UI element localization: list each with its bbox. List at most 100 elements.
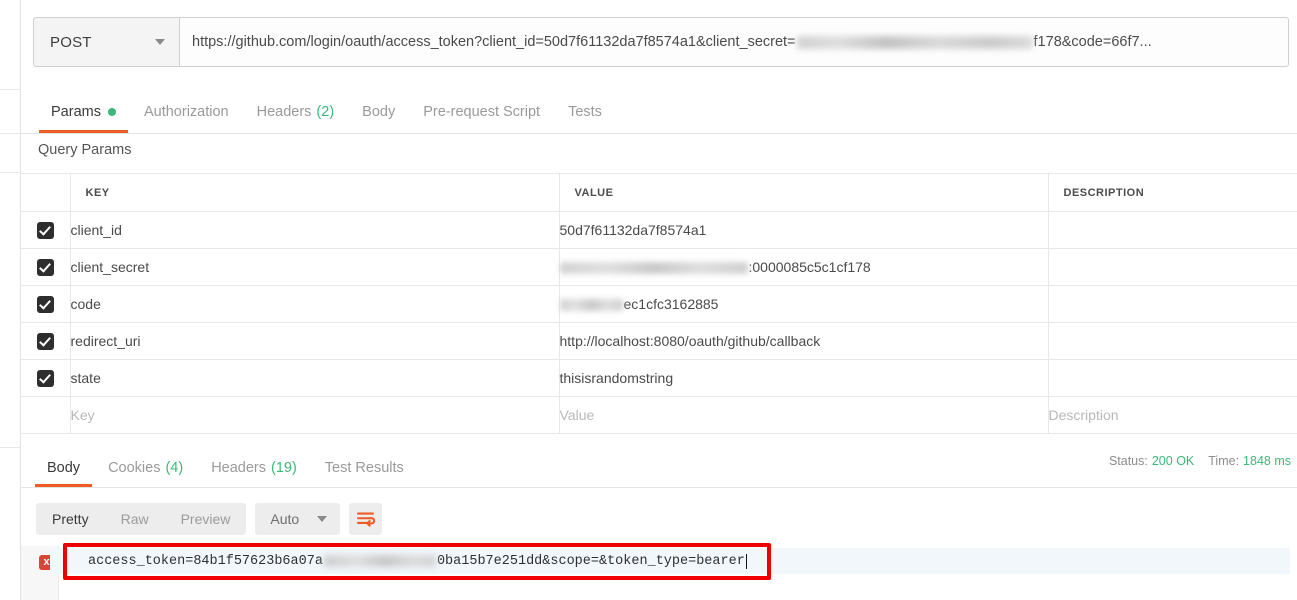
tab-params-label: Params bbox=[51, 104, 101, 120]
row-value-tail: :0000085c5c1cf178 bbox=[749, 259, 871, 275]
table-row: client_id 50d7f61132da7f8574a1 bbox=[21, 212, 1297, 249]
query-params-table: KEY VALUE DESCRIPTION client_id 50d7f611… bbox=[21, 173, 1297, 434]
text-cursor bbox=[746, 554, 748, 569]
response-tab-headers[interactable]: Headers (19) bbox=[197, 448, 311, 487]
row-description-cell[interactable] bbox=[1048, 212, 1297, 249]
time-label: Time: bbox=[1208, 454, 1239, 468]
left-rail bbox=[0, 0, 21, 600]
table-row-placeholder: Key Value Description bbox=[21, 397, 1297, 434]
row-value-cell[interactable]: ec1cfc3162885 bbox=[559, 286, 1048, 323]
view-mode-raw[interactable]: Raw bbox=[105, 503, 165, 535]
time-value[interactable]: 1848 ms bbox=[1243, 454, 1291, 468]
response-body-prefix: access_token=84b1f57623b6a07a bbox=[88, 554, 323, 569]
row-checkbox-cell[interactable] bbox=[21, 286, 70, 323]
response-tab-body-label: Body bbox=[47, 460, 80, 476]
tab-tests-label: Tests bbox=[568, 104, 602, 120]
tab-headers-count: (2) bbox=[316, 104, 334, 120]
column-header-value: VALUE bbox=[559, 174, 1048, 212]
response-body-text: access_token=84b1f57623b6a07a 0ba15b7e251… bbox=[50, 554, 747, 569]
checkbox-checked-icon[interactable] bbox=[37, 259, 54, 276]
response-body-toolbar: Pretty Raw Preview Auto bbox=[36, 503, 382, 535]
query-params-title: Query Params bbox=[38, 142, 131, 158]
row-description-cell[interactable] bbox=[1048, 249, 1297, 286]
column-header-description: DESCRIPTION bbox=[1048, 174, 1297, 212]
checkbox-checked-icon[interactable] bbox=[37, 370, 54, 387]
chevron-down-icon bbox=[155, 39, 165, 45]
request-url-bar: POST https://github.com/login/oauth/acce… bbox=[33, 17, 1289, 67]
response-body-line[interactable]: access_token=84b1f57623b6a07a 0ba15b7e251… bbox=[50, 548, 1290, 574]
word-wrap-button[interactable] bbox=[349, 503, 382, 535]
row-value-cell[interactable]: 50d7f61132da7f8574a1 bbox=[559, 212, 1048, 249]
format-select-label: Auto bbox=[270, 511, 299, 527]
response-tab-test-results-label: Test Results bbox=[325, 460, 404, 476]
new-param-key-input[interactable]: Key bbox=[70, 397, 559, 434]
response-meta: Status: 200 OK Time: 1848 ms bbox=[1109, 454, 1291, 468]
row-checkbox-cell[interactable] bbox=[21, 212, 70, 249]
tab-body-label: Body bbox=[362, 104, 395, 120]
url-redacted-blur bbox=[797, 36, 1033, 49]
params-modified-dot-icon bbox=[108, 108, 116, 116]
response-tab-body[interactable]: Body bbox=[33, 448, 94, 487]
response-tab-cookies-label: Cookies bbox=[108, 460, 160, 476]
tab-pre-request-script-label: Pre-request Script bbox=[423, 104, 540, 120]
url-text-suffix: f178&code=66f7... bbox=[1034, 34, 1152, 50]
response-tab-bar: Body Cookies (4) Headers (19) Test Resul… bbox=[21, 448, 1297, 488]
tab-headers-label: Headers bbox=[257, 104, 312, 120]
row-key-cell[interactable]: code bbox=[70, 286, 559, 323]
table-header-row: KEY VALUE DESCRIPTION bbox=[21, 174, 1297, 212]
checkbox-checked-icon[interactable] bbox=[37, 296, 54, 313]
row-checkbox-cell[interactable] bbox=[21, 249, 70, 286]
value-redacted-blur bbox=[560, 262, 748, 274]
format-select[interactable]: Auto bbox=[255, 503, 340, 535]
status-label: Status: bbox=[1109, 454, 1148, 468]
response-body-redacted-blur bbox=[324, 555, 436, 567]
table-row: redirect_uri http://localhost:8080/oauth… bbox=[21, 323, 1297, 360]
view-mode-preview[interactable]: Preview bbox=[165, 503, 247, 535]
row-checkbox-cell[interactable] bbox=[21, 323, 70, 360]
response-tab-test-results[interactable]: Test Results bbox=[311, 448, 418, 487]
tab-authorization[interactable]: Authorization bbox=[130, 90, 243, 133]
tab-headers[interactable]: Headers (2) bbox=[243, 90, 349, 133]
tab-tests[interactable]: Tests bbox=[554, 90, 616, 133]
row-value-cell[interactable]: http://localhost:8080/oauth/github/callb… bbox=[559, 323, 1048, 360]
value-redacted-blur bbox=[560, 299, 623, 311]
table-row: client_secret :0000085c5c1cf178 bbox=[21, 249, 1297, 286]
row-key-cell[interactable]: client_secret bbox=[70, 249, 559, 286]
tab-pre-request-script[interactable]: Pre-request Script bbox=[409, 90, 554, 133]
checkbox-checked-icon[interactable] bbox=[37, 333, 54, 350]
new-param-value-input[interactable]: Value bbox=[559, 397, 1048, 434]
column-header-checkbox bbox=[21, 174, 70, 212]
chevron-down-icon bbox=[317, 516, 327, 522]
column-header-key: KEY bbox=[70, 174, 559, 212]
row-description-cell[interactable] bbox=[1048, 323, 1297, 360]
word-wrap-icon bbox=[356, 511, 375, 528]
checkbox-checked-icon[interactable] bbox=[37, 222, 54, 239]
tab-body[interactable]: Body bbox=[348, 90, 409, 133]
table-row: code ec1cfc3162885 bbox=[21, 286, 1297, 323]
row-value-cell[interactable]: :0000085c5c1cf178 bbox=[559, 249, 1048, 286]
row-description-cell[interactable] bbox=[1048, 360, 1297, 397]
status-badge[interactable]: 200 OK bbox=[1152, 454, 1194, 468]
row-key-cell[interactable]: client_id bbox=[70, 212, 559, 249]
view-mode-group: Pretty Raw Preview bbox=[36, 503, 246, 535]
url-text-prefix: https://github.com/login/oauth/access_to… bbox=[192, 34, 796, 50]
view-mode-pretty[interactable]: Pretty bbox=[36, 503, 105, 535]
row-checkbox-cell[interactable] bbox=[21, 360, 70, 397]
response-tab-headers-label: Headers bbox=[211, 460, 266, 476]
postman-window: POST https://github.com/login/oauth/acce… bbox=[0, 0, 1297, 600]
table-row: state thisisrandomstring bbox=[21, 360, 1297, 397]
url-input[interactable]: https://github.com/login/oauth/access_to… bbox=[179, 17, 1289, 67]
response-tab-cookies-count: (4) bbox=[165, 460, 183, 476]
response-body-suffix: 0ba15b7e251dd&scope=&token_type=bearer bbox=[437, 554, 745, 569]
request-tab-bar: Params Authorization Headers (2) Body Pr… bbox=[21, 90, 1297, 134]
new-param-description-input[interactable]: Description bbox=[1048, 397, 1297, 434]
response-tab-headers-count: (19) bbox=[271, 460, 297, 476]
row-checkbox-cell-empty[interactable] bbox=[21, 397, 70, 434]
row-description-cell[interactable] bbox=[1048, 286, 1297, 323]
tab-params[interactable]: Params bbox=[37, 90, 130, 133]
row-value-cell[interactable]: thisisrandomstring bbox=[559, 360, 1048, 397]
http-method-select[interactable]: POST bbox=[33, 17, 179, 67]
row-key-cell[interactable]: state bbox=[70, 360, 559, 397]
response-tab-cookies[interactable]: Cookies (4) bbox=[94, 448, 197, 487]
row-key-cell[interactable]: redirect_uri bbox=[70, 323, 559, 360]
